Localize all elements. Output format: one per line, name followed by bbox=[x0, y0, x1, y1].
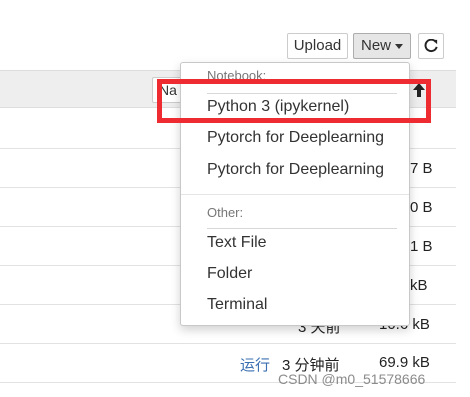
menu-item-pytorch-2[interactable]: Pytorch for Deeplearning bbox=[207, 161, 384, 179]
refresh-icon bbox=[424, 38, 438, 53]
row-divider bbox=[0, 343, 456, 344]
new-button-label: New bbox=[360, 37, 391, 54]
running-status: 运行 bbox=[240, 357, 271, 374]
file-size: 1 B bbox=[410, 238, 433, 255]
menu-item-pytorch-1[interactable]: Pytorch for Deeplearning bbox=[207, 129, 384, 147]
file-size: kB bbox=[410, 277, 428, 294]
caret-down-icon bbox=[395, 43, 403, 49]
new-button[interactable]: New bbox=[353, 33, 411, 59]
refresh-button[interactable] bbox=[418, 33, 444, 59]
other-section-header: Other: bbox=[207, 205, 244, 220]
file-size: 7 B bbox=[410, 160, 433, 177]
section-separator bbox=[207, 228, 397, 229]
menu-item-terminal[interactable]: Terminal bbox=[207, 296, 267, 314]
menu-divider bbox=[181, 194, 409, 195]
menu-item-text-file[interactable]: Text File bbox=[207, 234, 267, 252]
watermark-text: CSDN @m0_51578666 bbox=[278, 371, 426, 387]
highlight-annotation-box bbox=[157, 79, 431, 123]
file-size: 69.9 kB bbox=[379, 354, 430, 371]
file-size: 0 B bbox=[410, 199, 433, 216]
upload-button[interactable]: Upload bbox=[287, 33, 348, 59]
menu-item-folder[interactable]: Folder bbox=[207, 265, 252, 283]
